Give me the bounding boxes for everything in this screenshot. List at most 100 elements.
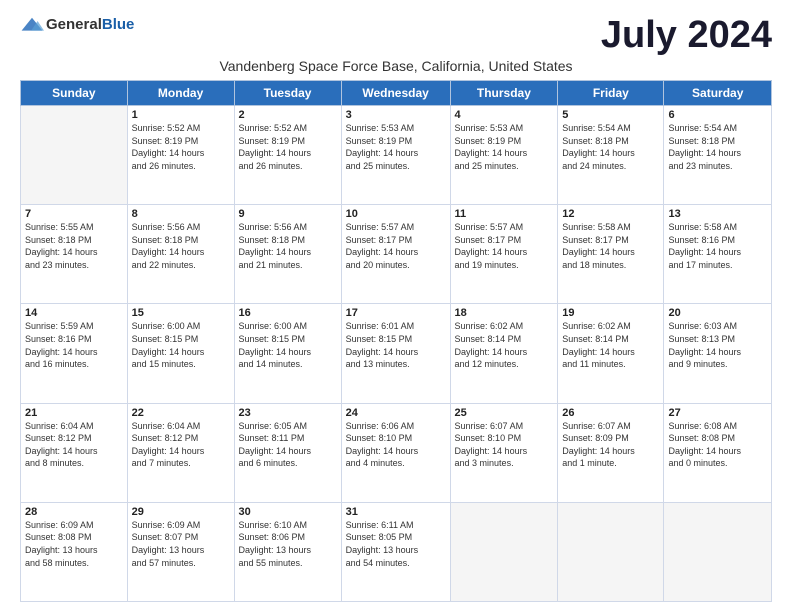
calendar-cell <box>450 502 558 601</box>
day-number: 30 <box>239 506 337 518</box>
day-number: 13 <box>668 208 767 220</box>
day-number: 18 <box>455 307 554 319</box>
day-info: Sunrise: 6:05 AM Sunset: 8:11 PM Dayligh… <box>239 420 337 470</box>
day-number: 31 <box>346 506 446 518</box>
logo-icon <box>20 16 44 34</box>
day-number: 19 <box>562 307 659 319</box>
day-info: Sunrise: 5:58 AM Sunset: 8:17 PM Dayligh… <box>562 221 659 271</box>
calendar-cell: 24Sunrise: 6:06 AM Sunset: 8:10 PM Dayli… <box>341 403 450 502</box>
day-number: 4 <box>455 109 554 121</box>
day-info: Sunrise: 5:56 AM Sunset: 8:18 PM Dayligh… <box>239 221 337 271</box>
calendar-cell: 25Sunrise: 6:07 AM Sunset: 8:10 PM Dayli… <box>450 403 558 502</box>
day-number: 27 <box>668 407 767 419</box>
calendar-header-wednesday: Wednesday <box>341 81 450 106</box>
calendar-week-row: 1Sunrise: 5:52 AM Sunset: 8:19 PM Daylig… <box>21 106 772 205</box>
calendar-cell: 10Sunrise: 5:57 AM Sunset: 8:17 PM Dayli… <box>341 205 450 304</box>
calendar-cell: 2Sunrise: 5:52 AM Sunset: 8:19 PM Daylig… <box>234 106 341 205</box>
day-number: 3 <box>346 109 446 121</box>
calendar-cell <box>664 502 772 601</box>
day-info: Sunrise: 6:08 AM Sunset: 8:08 PM Dayligh… <box>668 420 767 470</box>
day-info: Sunrise: 6:10 AM Sunset: 8:06 PM Dayligh… <box>239 519 337 569</box>
calendar-cell: 21Sunrise: 6:04 AM Sunset: 8:12 PM Dayli… <box>21 403 128 502</box>
day-info: Sunrise: 5:54 AM Sunset: 8:18 PM Dayligh… <box>668 122 767 172</box>
day-number: 2 <box>239 109 337 121</box>
day-number: 26 <box>562 407 659 419</box>
calendar-cell: 26Sunrise: 6:07 AM Sunset: 8:09 PM Dayli… <box>558 403 664 502</box>
day-info: Sunrise: 6:03 AM Sunset: 8:13 PM Dayligh… <box>668 320 767 370</box>
day-info: Sunrise: 6:04 AM Sunset: 8:12 PM Dayligh… <box>132 420 230 470</box>
day-number: 15 <box>132 307 230 319</box>
calendar: SundayMondayTuesdayWednesdayThursdayFrid… <box>20 80 772 602</box>
day-number: 21 <box>25 407 123 419</box>
calendar-cell: 1Sunrise: 5:52 AM Sunset: 8:19 PM Daylig… <box>127 106 234 205</box>
month-title: July 2024 <box>601 16 772 54</box>
day-number: 25 <box>455 407 554 419</box>
calendar-cell: 29Sunrise: 6:09 AM Sunset: 8:07 PM Dayli… <box>127 502 234 601</box>
day-number: 16 <box>239 307 337 319</box>
day-number: 12 <box>562 208 659 220</box>
logo-general: General <box>46 16 102 33</box>
day-info: Sunrise: 5:54 AM Sunset: 8:18 PM Dayligh… <box>562 122 659 172</box>
calendar-week-row: 7Sunrise: 5:55 AM Sunset: 8:18 PM Daylig… <box>21 205 772 304</box>
calendar-cell: 9Sunrise: 5:56 AM Sunset: 8:18 PM Daylig… <box>234 205 341 304</box>
calendar-cell: 11Sunrise: 5:57 AM Sunset: 8:17 PM Dayli… <box>450 205 558 304</box>
day-number: 23 <box>239 407 337 419</box>
logo-blue: Blue <box>102 16 135 33</box>
calendar-cell: 30Sunrise: 6:10 AM Sunset: 8:06 PM Dayli… <box>234 502 341 601</box>
day-info: Sunrise: 6:01 AM Sunset: 8:15 PM Dayligh… <box>346 320 446 370</box>
day-info: Sunrise: 5:57 AM Sunset: 8:17 PM Dayligh… <box>346 221 446 271</box>
calendar-cell: 28Sunrise: 6:09 AM Sunset: 8:08 PM Dayli… <box>21 502 128 601</box>
calendar-cell: 12Sunrise: 5:58 AM Sunset: 8:17 PM Dayli… <box>558 205 664 304</box>
day-info: Sunrise: 6:11 AM Sunset: 8:05 PM Dayligh… <box>346 519 446 569</box>
day-info: Sunrise: 5:53 AM Sunset: 8:19 PM Dayligh… <box>455 122 554 172</box>
calendar-header-sunday: Sunday <box>21 81 128 106</box>
calendar-week-row: 14Sunrise: 5:59 AM Sunset: 8:16 PM Dayli… <box>21 304 772 403</box>
calendar-header-saturday: Saturday <box>664 81 772 106</box>
calendar-cell: 20Sunrise: 6:03 AM Sunset: 8:13 PM Dayli… <box>664 304 772 403</box>
day-number: 24 <box>346 407 446 419</box>
calendar-header-row: SundayMondayTuesdayWednesdayThursdayFrid… <box>21 81 772 106</box>
calendar-cell: 22Sunrise: 6:04 AM Sunset: 8:12 PM Dayli… <box>127 403 234 502</box>
calendar-cell: 23Sunrise: 6:05 AM Sunset: 8:11 PM Dayli… <box>234 403 341 502</box>
day-info: Sunrise: 6:04 AM Sunset: 8:12 PM Dayligh… <box>25 420 123 470</box>
day-info: Sunrise: 6:06 AM Sunset: 8:10 PM Dayligh… <box>346 420 446 470</box>
calendar-cell <box>558 502 664 601</box>
day-number: 8 <box>132 208 230 220</box>
page: GeneralBlue July 2024 Vandenberg Space F… <box>0 0 792 612</box>
day-number: 6 <box>668 109 767 121</box>
day-number: 14 <box>25 307 123 319</box>
calendar-cell: 19Sunrise: 6:02 AM Sunset: 8:14 PM Dayli… <box>558 304 664 403</box>
calendar-cell: 13Sunrise: 5:58 AM Sunset: 8:16 PM Dayli… <box>664 205 772 304</box>
calendar-cell: 16Sunrise: 6:00 AM Sunset: 8:15 PM Dayli… <box>234 304 341 403</box>
calendar-header-friday: Friday <box>558 81 664 106</box>
calendar-header-thursday: Thursday <box>450 81 558 106</box>
day-info: Sunrise: 6:02 AM Sunset: 8:14 PM Dayligh… <box>562 320 659 370</box>
day-info: Sunrise: 5:58 AM Sunset: 8:16 PM Dayligh… <box>668 221 767 271</box>
day-number: 28 <box>25 506 123 518</box>
calendar-cell: 17Sunrise: 6:01 AM Sunset: 8:15 PM Dayli… <box>341 304 450 403</box>
day-info: Sunrise: 5:59 AM Sunset: 8:16 PM Dayligh… <box>25 320 123 370</box>
calendar-cell: 8Sunrise: 5:56 AM Sunset: 8:18 PM Daylig… <box>127 205 234 304</box>
location-title: Vandenberg Space Force Base, California,… <box>20 58 772 74</box>
calendar-cell: 31Sunrise: 6:11 AM Sunset: 8:05 PM Dayli… <box>341 502 450 601</box>
day-info: Sunrise: 6:00 AM Sunset: 8:15 PM Dayligh… <box>239 320 337 370</box>
calendar-cell: 18Sunrise: 6:02 AM Sunset: 8:14 PM Dayli… <box>450 304 558 403</box>
day-number: 9 <box>239 208 337 220</box>
day-number: 29 <box>132 506 230 518</box>
day-info: Sunrise: 5:56 AM Sunset: 8:18 PM Dayligh… <box>132 221 230 271</box>
day-number: 10 <box>346 208 446 220</box>
day-info: Sunrise: 5:53 AM Sunset: 8:19 PM Dayligh… <box>346 122 446 172</box>
calendar-cell: 5Sunrise: 5:54 AM Sunset: 8:18 PM Daylig… <box>558 106 664 205</box>
day-info: Sunrise: 5:52 AM Sunset: 8:19 PM Dayligh… <box>132 122 230 172</box>
calendar-cell: 27Sunrise: 6:08 AM Sunset: 8:08 PM Dayli… <box>664 403 772 502</box>
header: GeneralBlue July 2024 <box>20 16 772 54</box>
calendar-week-row: 21Sunrise: 6:04 AM Sunset: 8:12 PM Dayli… <box>21 403 772 502</box>
day-info: Sunrise: 6:02 AM Sunset: 8:14 PM Dayligh… <box>455 320 554 370</box>
day-number: 1 <box>132 109 230 121</box>
day-number: 22 <box>132 407 230 419</box>
calendar-cell: 15Sunrise: 6:00 AM Sunset: 8:15 PM Dayli… <box>127 304 234 403</box>
calendar-header-monday: Monday <box>127 81 234 106</box>
calendar-cell: 3Sunrise: 5:53 AM Sunset: 8:19 PM Daylig… <box>341 106 450 205</box>
day-number: 11 <box>455 208 554 220</box>
day-info: Sunrise: 6:07 AM Sunset: 8:10 PM Dayligh… <box>455 420 554 470</box>
